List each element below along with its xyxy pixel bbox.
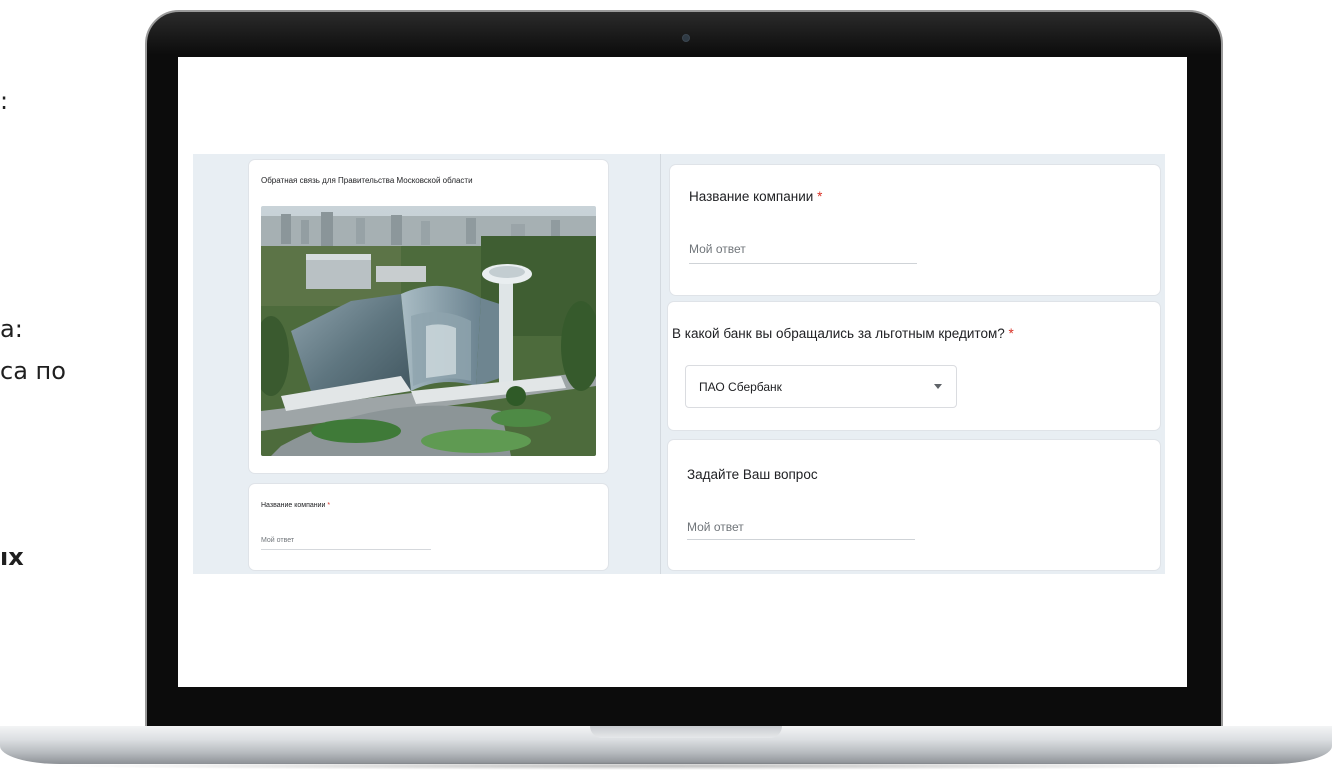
question-answer-underline xyxy=(687,539,915,540)
laptop-base-notch xyxy=(590,726,782,738)
answer-input[interactable]: Мой ответ xyxy=(261,537,294,544)
chevron-down-icon xyxy=(934,384,942,389)
question-label: Название компании * xyxy=(261,502,331,509)
laptop-screen: Обратная связь для Правительства Московс… xyxy=(178,57,1187,687)
company-answer-underline xyxy=(689,263,917,264)
company-answer-input[interactable]: Мой ответ xyxy=(689,242,746,256)
question-label-bank: В какой банк вы обращались за льготным к… xyxy=(672,326,1014,341)
bank-select-value: ПАО Сбербанк xyxy=(699,380,782,394)
form-title: Обратная связь для Правительства Московс… xyxy=(261,176,473,185)
question-card-question: Задайте Ваш вопрос Мой ответ xyxy=(668,440,1160,570)
background-text-fragment-1: : xyxy=(0,87,9,115)
background-text-fragment-2: а: xyxy=(0,315,23,343)
answer-underline xyxy=(261,549,431,550)
question-label-company: Название компании * xyxy=(689,189,823,204)
question-answer-input[interactable]: Мой ответ xyxy=(687,520,744,534)
bank-select[interactable]: ПАО Сбербанк xyxy=(685,365,957,408)
background-text-fragment-3: са по xyxy=(0,357,66,385)
laptop-shadow xyxy=(40,762,1292,770)
background-text-fragment-4: ıх xyxy=(0,543,24,571)
form-header-card: Обратная связь для Правительства Московс… xyxy=(249,160,608,473)
question-card-company: Название компании * Мой ответ xyxy=(670,165,1160,295)
form-divider xyxy=(660,154,661,574)
question-card-bank: В какой банк вы обращались за льготным к… xyxy=(668,302,1160,430)
building-photo xyxy=(261,206,596,456)
question-label-question: Задайте Ваш вопрос xyxy=(687,467,818,482)
camera-icon xyxy=(682,34,690,42)
left-question-card: Название компании * Мой ответ xyxy=(249,484,608,570)
